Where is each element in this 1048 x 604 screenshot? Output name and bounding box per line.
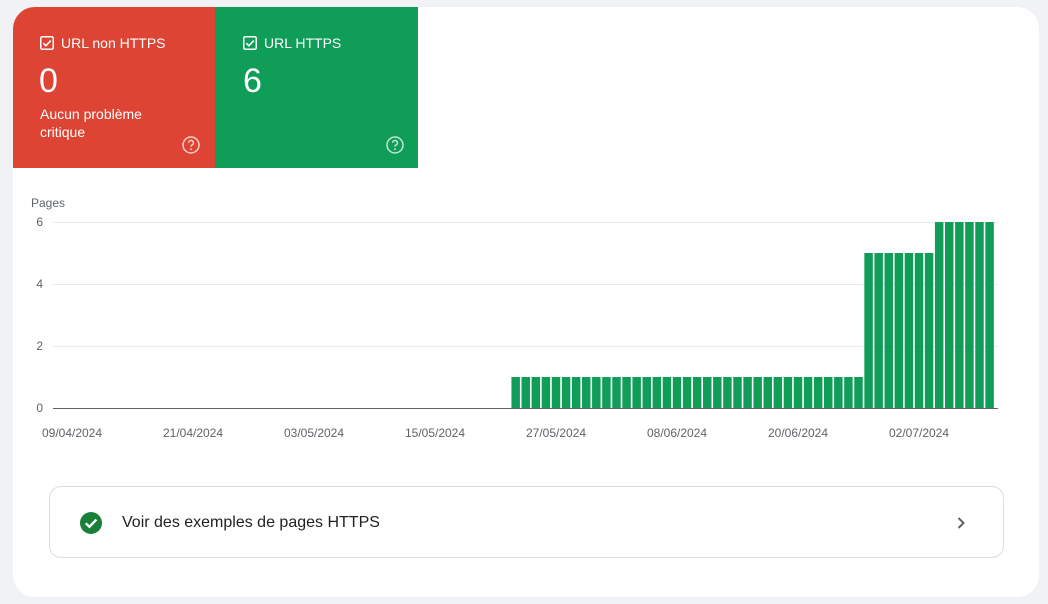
tile-label: URL HTTPS: [264, 35, 342, 51]
bar[interactable]: [753, 377, 762, 408]
bar[interactable]: [914, 253, 924, 408]
bar[interactable]: [813, 377, 823, 408]
bar[interactable]: [763, 377, 772, 408]
bar[interactable]: [955, 222, 964, 408]
check-circle-icon: [80, 512, 102, 534]
bar[interactable]: [864, 253, 873, 408]
bar[interactable]: [723, 377, 732, 408]
bar[interactable]: [622, 377, 631, 408]
bar[interactable]: [713, 377, 722, 408]
bar[interactable]: [561, 377, 571, 408]
tile-non-https-header: URL non HTTPS: [40, 35, 166, 51]
bar[interactable]: [733, 377, 742, 408]
y-tick-label: 4: [36, 277, 43, 291]
x-tick-label: 20/06/2024: [768, 426, 828, 440]
bar[interactable]: [934, 222, 944, 408]
bar[interactable]: [612, 377, 621, 408]
bar[interactable]: [642, 377, 651, 408]
x-tick-label: 08/06/2024: [647, 426, 707, 440]
bar[interactable]: [632, 377, 641, 408]
y-tick-label: 2: [36, 339, 43, 353]
bar[interactable]: [521, 377, 530, 408]
tile-label: URL non HTTPS: [61, 35, 166, 51]
x-tick-label: 27/05/2024: [526, 426, 586, 440]
x-tick-label: 03/05/2024: [284, 426, 344, 440]
bar[interactable]: [592, 377, 601, 408]
tile-count: 0: [39, 62, 58, 100]
bar[interactable]: [682, 377, 692, 408]
tile-subtitle: Aucun problème critique: [40, 106, 142, 140]
bar[interactable]: [844, 377, 853, 408]
tile-non-https[interactable]: URL non HTTPS 0 Aucun problème critique: [13, 7, 215, 168]
y-axis-label: Pages: [31, 196, 65, 210]
bar[interactable]: [602, 377, 611, 408]
tile-https-header: URL HTTPS: [243, 35, 341, 51]
checkbox-checked-icon[interactable]: [243, 36, 257, 50]
chevron-right-icon[interactable]: [951, 513, 971, 533]
bar[interactable]: [571, 377, 581, 408]
x-tick-label: 02/07/2024: [889, 426, 949, 440]
bar[interactable]: [551, 377, 561, 408]
bar[interactable]: [783, 377, 793, 408]
bar[interactable]: [652, 377, 662, 408]
bar[interactable]: [692, 377, 702, 408]
bar[interactable]: [531, 377, 541, 408]
x-tick-label: 09/04/2024: [42, 426, 102, 440]
bar[interactable]: [894, 253, 904, 408]
bar[interactable]: [662, 377, 672, 408]
bar[interactable]: [824, 377, 833, 408]
bar[interactable]: [975, 222, 984, 408]
bar[interactable]: [582, 377, 591, 408]
checkbox-checked-icon[interactable]: [40, 36, 54, 50]
bar[interactable]: [803, 377, 813, 408]
bar[interactable]: [854, 377, 863, 408]
bar[interactable]: [904, 253, 914, 408]
bar[interactable]: [834, 377, 843, 408]
pages-bar-chart: Pages 0 2 4 6 09/04/2024 21/04/2024 03/05/202…: [31, 196, 998, 440]
bar[interactable]: [924, 253, 934, 408]
https-report-card: URL non HTTPS 0 Aucun problème critique …: [13, 7, 1039, 597]
bar[interactable]: [773, 377, 783, 408]
view-https-examples-row[interactable]: Voir des exemples de pages HTTPS: [49, 486, 1004, 558]
bar[interactable]: [985, 222, 994, 408]
bar[interactable]: [511, 377, 520, 408]
bar[interactable]: [541, 377, 551, 408]
help-icon[interactable]: [181, 135, 201, 155]
bar[interactable]: [672, 377, 682, 408]
x-tick-label: 15/05/2024: [405, 426, 465, 440]
y-tick-label: 0: [36, 401, 43, 415]
bar[interactable]: [743, 377, 752, 408]
bar[interactable]: [703, 377, 712, 408]
view-https-examples-label: Voir des exemples de pages HTTPS: [122, 514, 380, 531]
tile-https[interactable]: URL HTTPS 6: [215, 7, 418, 168]
tile-count: 6: [243, 62, 262, 100]
help-icon[interactable]: [385, 135, 405, 155]
bar[interactable]: [884, 253, 893, 408]
bar[interactable]: [965, 222, 974, 408]
bar[interactable]: [793, 377, 803, 408]
y-tick-label: 6: [36, 215, 43, 229]
bar[interactable]: [874, 253, 883, 408]
bar[interactable]: [945, 222, 954, 408]
x-tick-label: 21/04/2024: [163, 426, 223, 440]
